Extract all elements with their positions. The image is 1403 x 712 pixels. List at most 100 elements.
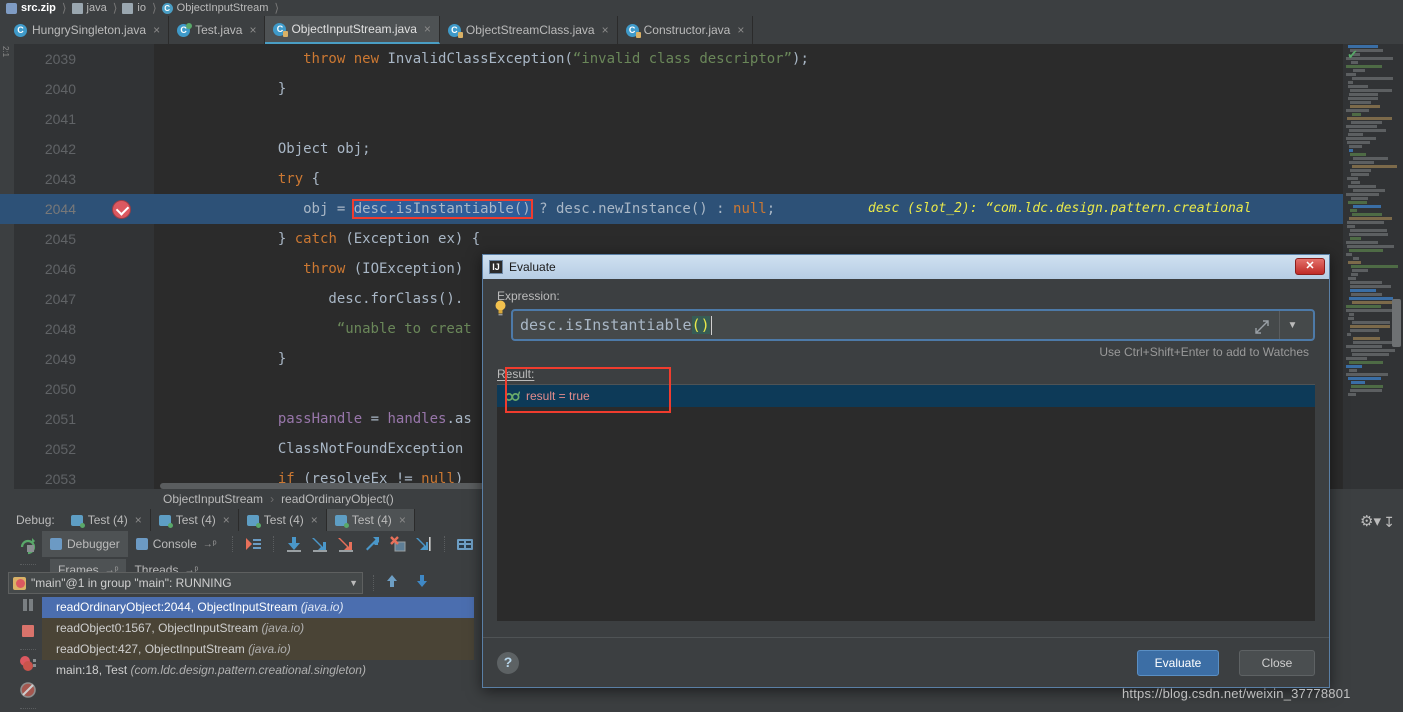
frame-label: readObject0:1567, ObjectInputStream	[56, 621, 262, 635]
step-over-icon[interactable]	[284, 534, 304, 554]
chevron-down-icon[interactable]: ▼	[1279, 311, 1305, 339]
dialog-title-bar[interactable]: IJ Evaluate ✕	[483, 255, 1329, 279]
tab-debugger[interactable]: Debugger	[42, 531, 128, 557]
run-to-cursor-icon[interactable]	[414, 534, 434, 554]
minimap-line	[1347, 117, 1392, 120]
breadcrumb-item-3[interactable]: C ObjectInputStream ⟩	[161, 1, 284, 15]
minimap-line	[1348, 261, 1361, 264]
code-line[interactable]: 2043 try {	[0, 164, 1403, 194]
close-icon[interactable]: ×	[135, 513, 142, 527]
folder-icon	[122, 2, 134, 14]
pause-program-icon[interactable]	[17, 594, 39, 618]
close-icon[interactable]: ×	[399, 513, 406, 527]
pin-icon[interactable]: →ᵖ	[203, 539, 217, 550]
expand-icon[interactable]	[1255, 320, 1269, 337]
tab-console[interactable]: Console →ᵖ	[128, 531, 225, 557]
frame-down-icon[interactable]	[414, 573, 430, 594]
frame-row[interactable]: readOrdinaryObject:2044, ObjectInputStre…	[42, 597, 474, 618]
view-breakpoints-icon[interactable]	[17, 653, 39, 677]
line-number: 2050	[44, 381, 76, 397]
tab-label: ObjectStreamClass.java	[465, 23, 595, 37]
frame-row[interactable]: readObject:427, ObjectInputStream (java.…	[42, 639, 474, 660]
editor-scrollbar-thumb[interactable]	[1392, 299, 1401, 347]
hide-tool-window-icon[interactable]: ↧	[1383, 514, 1395, 531]
watch-glasses-icon	[505, 390, 521, 402]
breakpoint-icon[interactable]	[112, 200, 131, 219]
force-step-into-icon[interactable]	[336, 534, 356, 554]
code-text: Object obj;	[278, 134, 371, 164]
mute-breakpoints-icon[interactable]	[17, 679, 39, 703]
line-number: 2044	[44, 201, 76, 217]
close-icon[interactable]: ×	[424, 22, 431, 36]
breadcrumb-class[interactable]: ObjectInputStream	[163, 492, 263, 506]
help-icon[interactable]: ?	[497, 652, 519, 674]
debug-settings-gear-icon[interactable]: ⚙▾	[1360, 512, 1381, 530]
session-tab-1[interactable]: Test (4) ×	[151, 509, 239, 531]
rerun-icon[interactable]	[17, 535, 39, 559]
code-line[interactable]: 2040}	[0, 74, 1403, 104]
minimap-line	[1348, 201, 1367, 204]
close-icon[interactable]: ×	[737, 23, 744, 37]
code-token: handles	[387, 411, 447, 427]
stop-program-icon[interactable]	[17, 620, 39, 644]
thread-running-icon	[13, 576, 26, 590]
code-line[interactable]: 2042 Object obj;	[0, 134, 1403, 164]
code-line[interactable]: 2045} catch (Exception ex) {	[0, 224, 1403, 254]
breadcrumb-item-0[interactable]: src.zip ⟩	[6, 1, 72, 15]
code-line[interactable]: 2039 throw new InvalidClassException(“inv…	[0, 44, 1403, 74]
minimap-line	[1348, 317, 1354, 320]
close-icon[interactable]: ×	[311, 513, 318, 527]
thread-selector[interactable]: "main"@1 in group "main": RUNNING ▼	[8, 572, 363, 594]
code-token: }	[277, 231, 295, 247]
frame-row[interactable]: readObject0:1567, ObjectInputStream (jav…	[42, 618, 474, 639]
close-icon[interactable]: ×	[249, 23, 256, 37]
step-into-icon[interactable]	[310, 534, 330, 554]
frames-list[interactable]: readOrdinaryObject:2044, ObjectInputStre…	[42, 597, 474, 712]
frame-row[interactable]: main:18, Test (com.ldc.design.pattern.cr…	[42, 660, 474, 681]
show-execution-point-icon[interactable]	[243, 534, 263, 554]
code-text: try {	[278, 164, 320, 194]
tab-label: Constructor.java	[643, 23, 731, 37]
close-icon[interactable]: ×	[602, 23, 609, 37]
breadcrumb-item-1[interactable]: java ⟩	[71, 1, 123, 15]
close-icon[interactable]: ×	[153, 23, 160, 37]
step-out-icon[interactable]	[362, 534, 382, 554]
minimap-line	[1350, 169, 1371, 172]
evaluate-button[interactable]: Evaluate	[1137, 650, 1219, 676]
line-number: 2048	[44, 321, 76, 337]
tab-objectinputstream[interactable]: C ObjectInputStream.java ×	[265, 16, 440, 44]
tab-constructor[interactable]: C Constructor.java ×	[617, 16, 754, 44]
close-button[interactable]: Close	[1239, 650, 1315, 676]
lightbulb-icon[interactable]	[494, 300, 507, 316]
code-text: obj = desc.isInstantiable() ? desc.newIn…	[303, 194, 775, 224]
chevron-down-icon[interactable]: ▼	[349, 578, 358, 588]
result-tree[interactable]: result = true	[497, 367, 1315, 621]
breadcrumb-item-2[interactable]: io ⟩	[122, 1, 161, 15]
close-icon[interactable]: ✕	[1295, 258, 1325, 275]
result-value: result = true	[526, 389, 590, 403]
session-tab-3[interactable]: Test (4) ×	[326, 509, 415, 531]
tab-test[interactable]: C Test.java ×	[169, 16, 266, 44]
code-line[interactable]: 2041	[0, 104, 1403, 134]
code-line[interactable]: 2044 obj = desc.isInstantiable() ? desc.n…	[0, 194, 1403, 224]
code-minimap[interactable]: ✔	[1343, 44, 1403, 489]
frame-label: readOrdinaryObject:2044, ObjectInputStre…	[56, 600, 301, 614]
session-tab-0[interactable]: Test (4) ×	[63, 509, 151, 531]
minimap-line	[1352, 113, 1361, 116]
minimap-line	[1350, 101, 1371, 104]
close-icon[interactable]: ×	[223, 513, 230, 527]
tab-objectstreamclass[interactable]: C ObjectStreamClass.java ×	[439, 16, 618, 44]
evaluate-expression-icon[interactable]	[455, 534, 475, 554]
tab-label: HungrySingleton.java	[32, 23, 147, 37]
frame-up-icon[interactable]	[384, 573, 400, 594]
code-token: new	[353, 51, 380, 67]
minimap-line	[1348, 81, 1353, 84]
result-row[interactable]: result = true	[497, 385, 1315, 407]
folder-icon	[71, 2, 83, 14]
breadcrumb-method[interactable]: readOrdinaryObject()	[281, 492, 394, 506]
session-tab-2[interactable]: Test (4) ×	[239, 509, 327, 531]
drop-frame-icon[interactable]	[388, 534, 408, 554]
minimap-line	[1353, 337, 1380, 340]
expression-input[interactable]: desc.isInstantiable() ▼	[511, 309, 1315, 341]
tab-hungrysingleton[interactable]: C HungrySingleton.java ×	[6, 16, 170, 44]
